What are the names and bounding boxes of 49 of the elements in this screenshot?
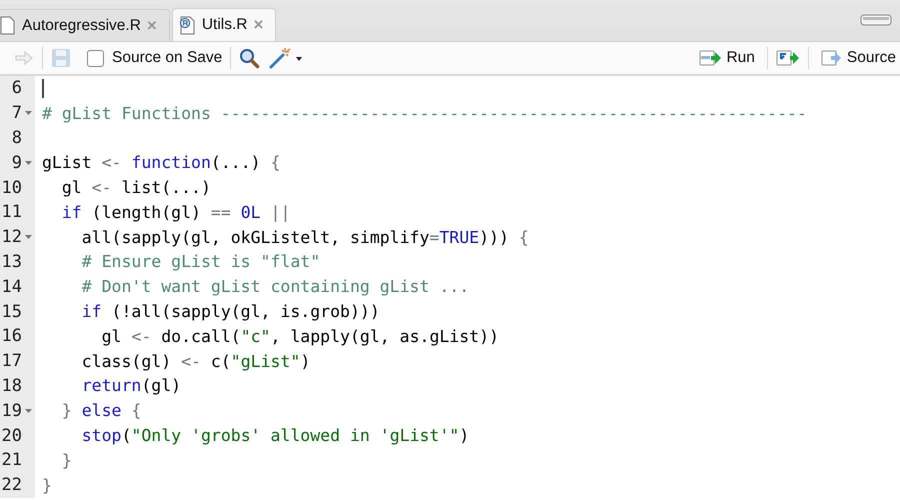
file-icon [0, 16, 16, 35]
line-number: 19 [2, 400, 22, 421]
code-line: } [60, 450, 72, 470]
code-line: } else { [60, 401, 142, 420]
maximize-icon[interactable] [860, 12, 892, 28]
code-line: return(gl) [80, 376, 182, 396]
line-number: 12 [2, 227, 22, 248]
code-line: gList <- function(...) { [42, 153, 280, 172]
run-button[interactable]: Run [695, 48, 759, 68]
line-number: 14 [2, 276, 22, 297]
line-number: 21 [2, 450, 22, 470]
code-line: gl <- do.call("c", lapply(gl, as.gList)) [100, 326, 499, 346]
fold-caret-icon[interactable] [25, 111, 32, 116]
code-line: gl <- list(...) [60, 178, 211, 198]
line-number: 10 [2, 178, 22, 198]
editor-tab[interactable]: Autoregressive.R × [0, 9, 170, 41]
code-line: class(gl) <- c("gList") [80, 352, 310, 371]
line-number: 13 [2, 252, 22, 272]
line-number: 8 [12, 128, 22, 148]
line-number: 20 [2, 426, 22, 446]
code-line: if (!all(sapply(gl, is.grob))) [80, 302, 380, 322]
line-number: 6 [12, 78, 22, 98]
run-lines-icon [699, 48, 722, 68]
code-line: # Ensure gList is "flat" [80, 252, 320, 272]
line-number: 22 [2, 475, 22, 496]
line-number: 18 [2, 376, 22, 396]
magic-wand-icon[interactable] [268, 46, 302, 70]
line-number: 17 [2, 351, 22, 372]
code-line: } [42, 476, 52, 495]
fold-caret-icon[interactable] [25, 235, 32, 240]
rerun-icon[interactable] [776, 48, 800, 68]
code-line: all(sapply(gl, okGListelt, simplify=TRUE))) { [80, 228, 529, 247]
code-line: # gList Functions ----------------------------------------------------------- [42, 104, 807, 123]
line-number: 9 [12, 152, 22, 173]
source-on-save-checkbox[interactable]: Source on Save [87, 49, 222, 67]
line-number: 7 [12, 103, 22, 124]
line-number: 15 [2, 302, 22, 322]
source-button[interactable]: Source [816, 48, 900, 68]
file-icon [178, 16, 196, 34]
search-icon[interactable] [239, 48, 260, 68]
line-number: 11 [2, 202, 22, 222]
code-line: stop("Only 'grobs' allowed in 'gList'") [80, 426, 470, 446]
line-number: 16 [2, 326, 22, 346]
editor-tab[interactable]: Utils.R × [172, 8, 276, 41]
source-file-icon [820, 48, 843, 68]
fold-caret-icon[interactable] [25, 160, 32, 165]
fold-caret-icon[interactable] [25, 408, 32, 413]
code-line: if (length(gl) == 0L || [60, 202, 290, 222]
code-line: # Don't want gList containing gList ... [80, 277, 470, 296]
